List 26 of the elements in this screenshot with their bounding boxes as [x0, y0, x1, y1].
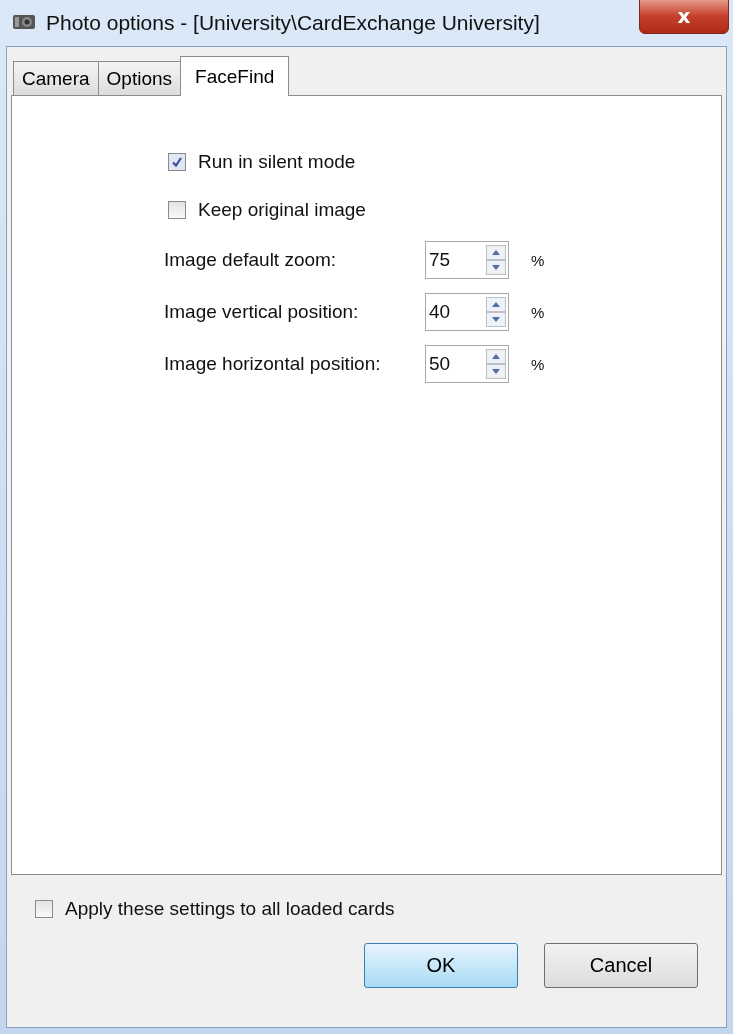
cancel-button[interactable]: Cancel: [544, 943, 698, 988]
checkbox-label: Keep original image: [198, 199, 366, 221]
window-title: Photo options - [University\CardExchange University]: [46, 11, 541, 35]
checkbox[interactable]: [35, 900, 53, 918]
spinner-arrows-icon[interactable]: [486, 245, 506, 275]
unit-label: %: [531, 251, 545, 269]
number-field[interactable]: 75: [425, 241, 509, 279]
number-field[interactable]: 40: [425, 293, 509, 331]
checkbox-label: Run in silent mode: [198, 151, 356, 173]
tab[interactable]: Options: [97, 61, 182, 95]
unit-label: %: [531, 355, 545, 373]
field-label: Image horizontal position:: [164, 353, 382, 375]
checkbox[interactable]: [168, 201, 186, 219]
unit-label: %: [531, 303, 545, 321]
spinner-arrows-icon[interactable]: [486, 349, 506, 379]
field-label: Image vertical position:: [164, 301, 360, 323]
tab[interactable]: Camera: [13, 61, 99, 95]
checkbox-label: Apply these settings to all loaded cards: [65, 898, 395, 920]
close-button[interactable]: x: [639, 0, 729, 34]
number-field[interactable]: 50: [425, 345, 509, 383]
ok-button[interactable]: OK: [364, 943, 518, 988]
tab[interactable]: FaceFind: [180, 56, 290, 96]
spinner-arrows-icon[interactable]: [486, 297, 506, 327]
field-label: Image default zoom:: [164, 249, 338, 271]
checkbox[interactable]: [168, 153, 186, 171]
check-icon: [171, 156, 183, 168]
